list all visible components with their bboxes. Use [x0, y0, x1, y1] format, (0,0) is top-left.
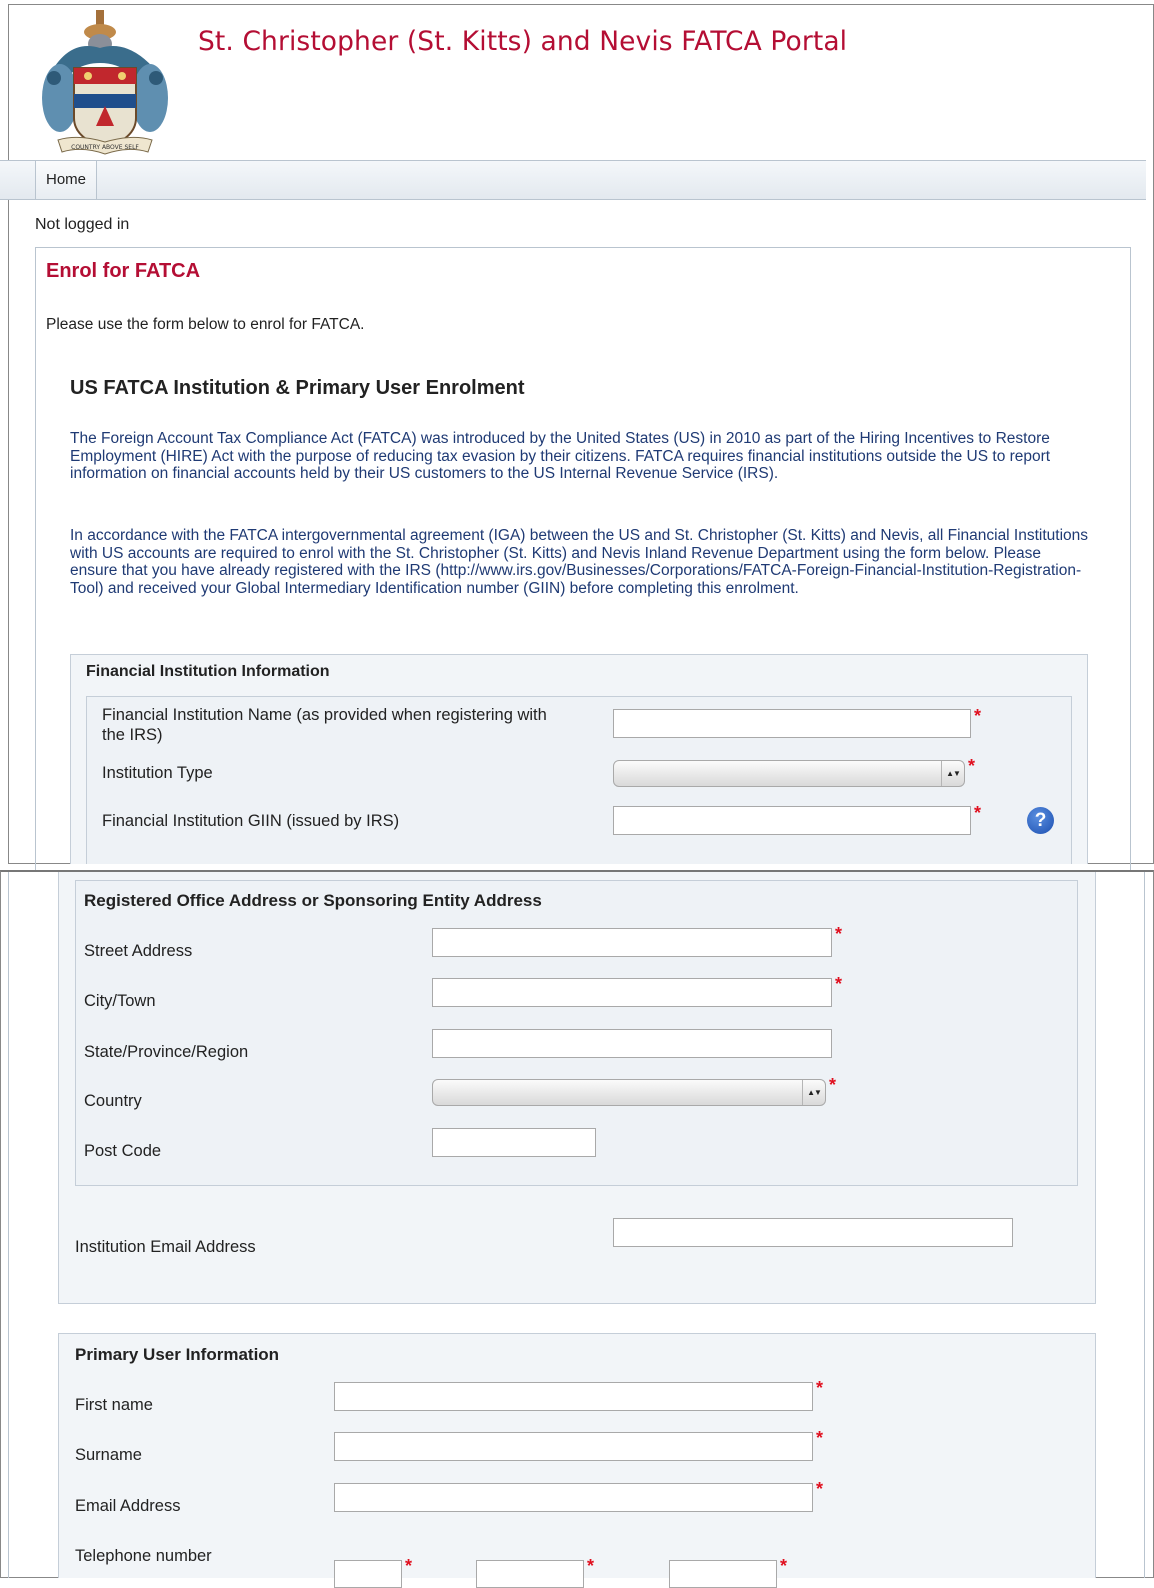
fi-section-legend: Financial Institution Information: [86, 663, 330, 680]
city-required-marker: *: [835, 974, 843, 994]
postcode-input[interactable]: [432, 1128, 596, 1157]
first-name-label: First name: [75, 1396, 153, 1414]
nav-home-link[interactable]: Home: [35, 161, 97, 199]
country-required-marker: *: [829, 1075, 837, 1095]
phone-area-code-input[interactable]: [334, 1560, 402, 1588]
street-label: Street Address: [84, 942, 193, 960]
help-icon[interactable]: ?: [1027, 807, 1054, 834]
first-name-input[interactable]: [334, 1382, 813, 1411]
intro-text: Please use the form below to enrol for F…: [46, 316, 365, 333]
giin-label: Financial Institution GIIN (issued by IR…: [102, 812, 400, 830]
surname-label: Surname: [75, 1446, 142, 1464]
phone-number-input[interactable]: [669, 1560, 777, 1588]
nav-bar: Home: [0, 160, 1146, 200]
institution-type-label: Institution Type: [102, 764, 213, 782]
first-name-required-marker: *: [816, 1378, 824, 1398]
phone-prefix-input[interactable]: [476, 1560, 584, 1588]
site-title: St. Christopher (St. Kitts) and Nevis FA…: [198, 26, 848, 57]
svg-text:COUNTRY ABOVE SELF: COUNTRY ABOVE SELF: [71, 144, 139, 151]
institution-email-label: Institution Email Address: [75, 1238, 256, 1256]
street-input[interactable]: [432, 928, 832, 957]
page-title: Enrol for FATCA: [46, 260, 201, 282]
phone-number-required-marker: *: [780, 1556, 788, 1576]
coat-of-arms-logo: COUNTRY ABOVE SELF: [42, 10, 168, 155]
state-input[interactable]: [432, 1029, 832, 1058]
street-required-marker: *: [835, 924, 843, 944]
login-status: Not logged in: [35, 216, 130, 233]
fi-name-required-marker: *: [974, 706, 982, 726]
giin-required-marker: *: [974, 803, 982, 823]
surname-input[interactable]: [334, 1432, 813, 1461]
country-select[interactable]: ▲▼: [432, 1079, 826, 1106]
postcode-label: Post Code: [84, 1142, 162, 1160]
institution-email-input[interactable]: [613, 1218, 1013, 1247]
city-input[interactable]: [432, 978, 832, 1007]
enrolment-heading: US FATCA Institution & Primary User Enro…: [70, 377, 525, 399]
phone-prefix-required-marker: *: [587, 1556, 595, 1576]
user-email-required-marker: *: [816, 1479, 824, 1499]
select-arrows-icon: ▲▼: [941, 761, 964, 786]
fi-name-label: Financial Institution Name (as provided …: [102, 706, 547, 744]
giin-input[interactable]: [613, 806, 971, 835]
user-email-label: Email Address: [75, 1497, 181, 1515]
fatca-description: The Foreign Account Tax Compliance Act (…: [70, 430, 1051, 482]
city-label: City/Town: [84, 992, 156, 1010]
institution-type-required-marker: *: [968, 756, 976, 776]
address-section-legend: Registered Office Address or Sponsoring …: [84, 891, 542, 910]
surname-required-marker: *: [816, 1428, 824, 1448]
select-arrows-icon: ▲▼: [802, 1080, 825, 1105]
country-label: Country: [84, 1092, 142, 1110]
telephone-label: Telephone number: [75, 1547, 212, 1565]
state-label: State/Province/Region: [84, 1043, 249, 1061]
fi-name-input[interactable]: [613, 709, 971, 738]
phone-area-required-marker: *: [405, 1556, 413, 1576]
institution-type-select[interactable]: ▲▼: [613, 760, 965, 787]
primary-user-legend: Primary User Information: [75, 1345, 280, 1364]
user-email-input[interactable]: [334, 1483, 813, 1512]
iga-description: In accordance with the FATCA intergovern…: [70, 527, 1089, 597]
